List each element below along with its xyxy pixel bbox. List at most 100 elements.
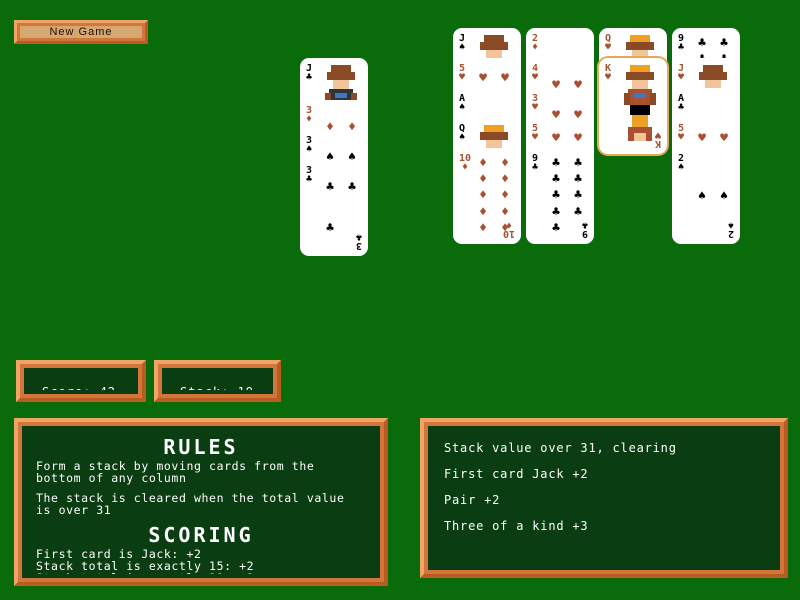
card-pip: ♦ bbox=[501, 221, 509, 237]
playing-card[interactable]: K ♥ K ♥ bbox=[601, 60, 665, 152]
card-suit-icon: ♦ bbox=[306, 114, 313, 125]
face-art-block bbox=[626, 72, 654, 80]
face-art-block bbox=[484, 35, 504, 42]
card-pip: ♥ bbox=[501, 71, 509, 87]
card-corner-top: 9 ♣ bbox=[532, 154, 539, 173]
card-pip: ♥ bbox=[720, 131, 728, 147]
face-art-block bbox=[632, 50, 648, 59]
card-corner-top: 2 ♦ bbox=[532, 34, 538, 53]
card-pip: ♦ bbox=[501, 172, 509, 188]
rules-text-group: Form a stack by moving cards from the bo… bbox=[34, 460, 368, 516]
card-corner-top: 9 ♣ bbox=[678, 34, 685, 53]
face-art-block bbox=[632, 115, 648, 127]
card-corner-top: Q ♠ bbox=[459, 124, 465, 143]
face-art-block bbox=[486, 140, 502, 149]
face-art-block bbox=[335, 93, 347, 98]
card-pip: ♥ bbox=[552, 131, 560, 147]
face-art-block bbox=[480, 132, 508, 140]
card-pip-group: ♠ ♠ bbox=[691, 155, 735, 237]
card-pip: ♣ bbox=[720, 35, 728, 51]
log-message: Stack value over 31, clearing bbox=[444, 441, 677, 455]
face-art-block bbox=[634, 93, 646, 98]
rules-paragraph: Form a stack by moving cards from the bo… bbox=[36, 459, 315, 485]
card-pip: ♦ bbox=[479, 172, 487, 188]
card-suit-icon: ♣ bbox=[678, 42, 685, 53]
card-suit-icon: ♣ bbox=[678, 102, 685, 113]
card-suit-icon: ♥ bbox=[678, 72, 685, 83]
face-art-block bbox=[624, 93, 630, 105]
face-art-block bbox=[480, 42, 508, 50]
tableau-column-3[interactable]: Q♥Q♥K♥K♥ bbox=[601, 30, 665, 245]
log-message: Pair +2 bbox=[444, 493, 501, 507]
card-pip: ♣ bbox=[574, 204, 582, 220]
card-suit-icon: ♣ bbox=[306, 174, 313, 185]
card-corner-top: 3 ♥ bbox=[532, 94, 539, 113]
card-corner-top: 3 ♦ bbox=[306, 106, 313, 125]
playing-card[interactable]: 3 ♣ 3 ♣ ♣ ♣ ♣ bbox=[302, 162, 366, 254]
log-message-group: Stack value over 31, clearing First card … bbox=[440, 442, 768, 533]
card-pip: ♣ bbox=[552, 221, 560, 237]
card-pip: ♥ bbox=[574, 131, 582, 147]
card-pip: ♠ bbox=[720, 188, 728, 204]
card-corner-top: 3 ♠ bbox=[306, 136, 313, 155]
card-pip: ♦ bbox=[479, 221, 487, 237]
stack-pile[interactable]: J♣J♣3♦3♦♦♦♦3♠3♠♠♠♠3♣3♣♣♣♣ bbox=[302, 60, 366, 254]
rules-paragraph: The stack is cleared when the total valu… bbox=[36, 491, 345, 517]
card-pip-group: ♣♣♣♣♣♣♣♣♣ bbox=[545, 155, 589, 237]
log-panel: Stack value over 31, clearing First card … bbox=[420, 418, 788, 578]
stack-value: Stack: 19 bbox=[180, 385, 254, 390]
card-suit-icon: ♥ bbox=[532, 132, 539, 143]
card-pip: ♣ bbox=[348, 180, 356, 195]
face-art-block bbox=[634, 133, 646, 141]
tableau-column-1[interactable]: J♠J♠5♥5♥♥♥♥♥♥A♠A♠♠Q♠Q♠10♦10♦♦♦♦♦♦♦♦♦♦♦ bbox=[455, 30, 519, 245]
playing-card[interactable]: 2 ♠ 2 ♠ ♠ ♠ bbox=[674, 150, 738, 242]
score-box-inner: Score: 42 bbox=[28, 372, 134, 390]
stack-box: Stack: 19 bbox=[154, 360, 281, 402]
face-art-block bbox=[327, 72, 355, 80]
playing-card[interactable]: 9♣9♣♣♣♣♣♣♣♣♣♣ bbox=[528, 150, 592, 242]
card-pip: ♣ bbox=[574, 172, 582, 188]
new-game-button[interactable]: New Game bbox=[14, 20, 148, 44]
card-pip: ♣ bbox=[574, 188, 582, 204]
face-art-block bbox=[632, 80, 648, 89]
face-art-block bbox=[630, 105, 650, 115]
face-art-block bbox=[333, 80, 349, 89]
card-corner-top: 2 ♠ bbox=[678, 154, 684, 173]
card-suit-icon: ♥ bbox=[532, 102, 539, 113]
face-art-block bbox=[626, 42, 654, 50]
face-card-art bbox=[616, 63, 663, 149]
log-message: First card Jack +2 bbox=[444, 467, 589, 481]
score-box: Score: 42 bbox=[16, 360, 146, 402]
card-suit-icon: ♠ bbox=[306, 144, 313, 155]
face-art-block bbox=[650, 93, 656, 105]
card-pip: ♣ bbox=[552, 172, 560, 188]
card-corner-top: 4 ♥ bbox=[532, 64, 538, 83]
log-panel-inner: Stack value over 31, clearing First card … bbox=[432, 430, 776, 566]
card-pip: ♣ bbox=[326, 221, 334, 236]
stack-box-inner: Stack: 19 bbox=[166, 372, 269, 390]
tableau-column-2[interactable]: 2♦2♦♦♦4♥4♥♥♥♥♥3♥3♥♥♥♥5♥5♥♥♥♥♥♥9♣9♣♣♣♣♣♣♣… bbox=[528, 30, 592, 245]
score-value: Score: 42 bbox=[42, 385, 116, 390]
card-suit-icon: ♣ bbox=[306, 72, 313, 83]
face-art-block bbox=[705, 80, 721, 89]
rules-heading: RULES bbox=[163, 435, 239, 459]
card-pip: ♣ bbox=[574, 155, 582, 171]
card-suit-icon: ♠ bbox=[459, 102, 466, 113]
card-pip: ♣ bbox=[698, 35, 706, 51]
rules-panel: RULES Form a stack by moving cards from … bbox=[14, 418, 388, 586]
card-suit-icon: ♣ bbox=[532, 162, 539, 173]
card-corner-top: A ♣ bbox=[678, 94, 685, 113]
card-pip: ♠ bbox=[698, 188, 706, 204]
face-art-block bbox=[699, 72, 727, 80]
card-pip-group: ♦ ♦ ♦ ♦ ♦ ♦ ♦ ♦ ♦ ♦ bbox=[472, 155, 516, 237]
card-pip: ♥ bbox=[698, 131, 706, 147]
card-pip-group: ♣ ♣ ♣ bbox=[319, 167, 363, 249]
playing-card[interactable]: 10 ♦ 10 ♦ ♦ ♦ ♦ ♦ ♦ ♦ ♦ ♦ ♦ ♦ bbox=[455, 150, 519, 242]
card-corner-top: 3 ♣ bbox=[306, 166, 313, 185]
card-corner-top: J ♣ bbox=[306, 64, 313, 83]
card-pip: ♦ bbox=[479, 204, 487, 220]
tableau-column-4[interactable]: 9♣9♣♣♣♣♣♣♣♣♣♣J♥J♥A♣A♣♣5♥5♥♥♥♥♥♥2♠2♠♠♠ bbox=[674, 30, 738, 245]
card-corner-top: K ♥ bbox=[605, 64, 611, 83]
scoring-heading: SCORING bbox=[148, 523, 254, 547]
face-art-block bbox=[484, 125, 504, 132]
